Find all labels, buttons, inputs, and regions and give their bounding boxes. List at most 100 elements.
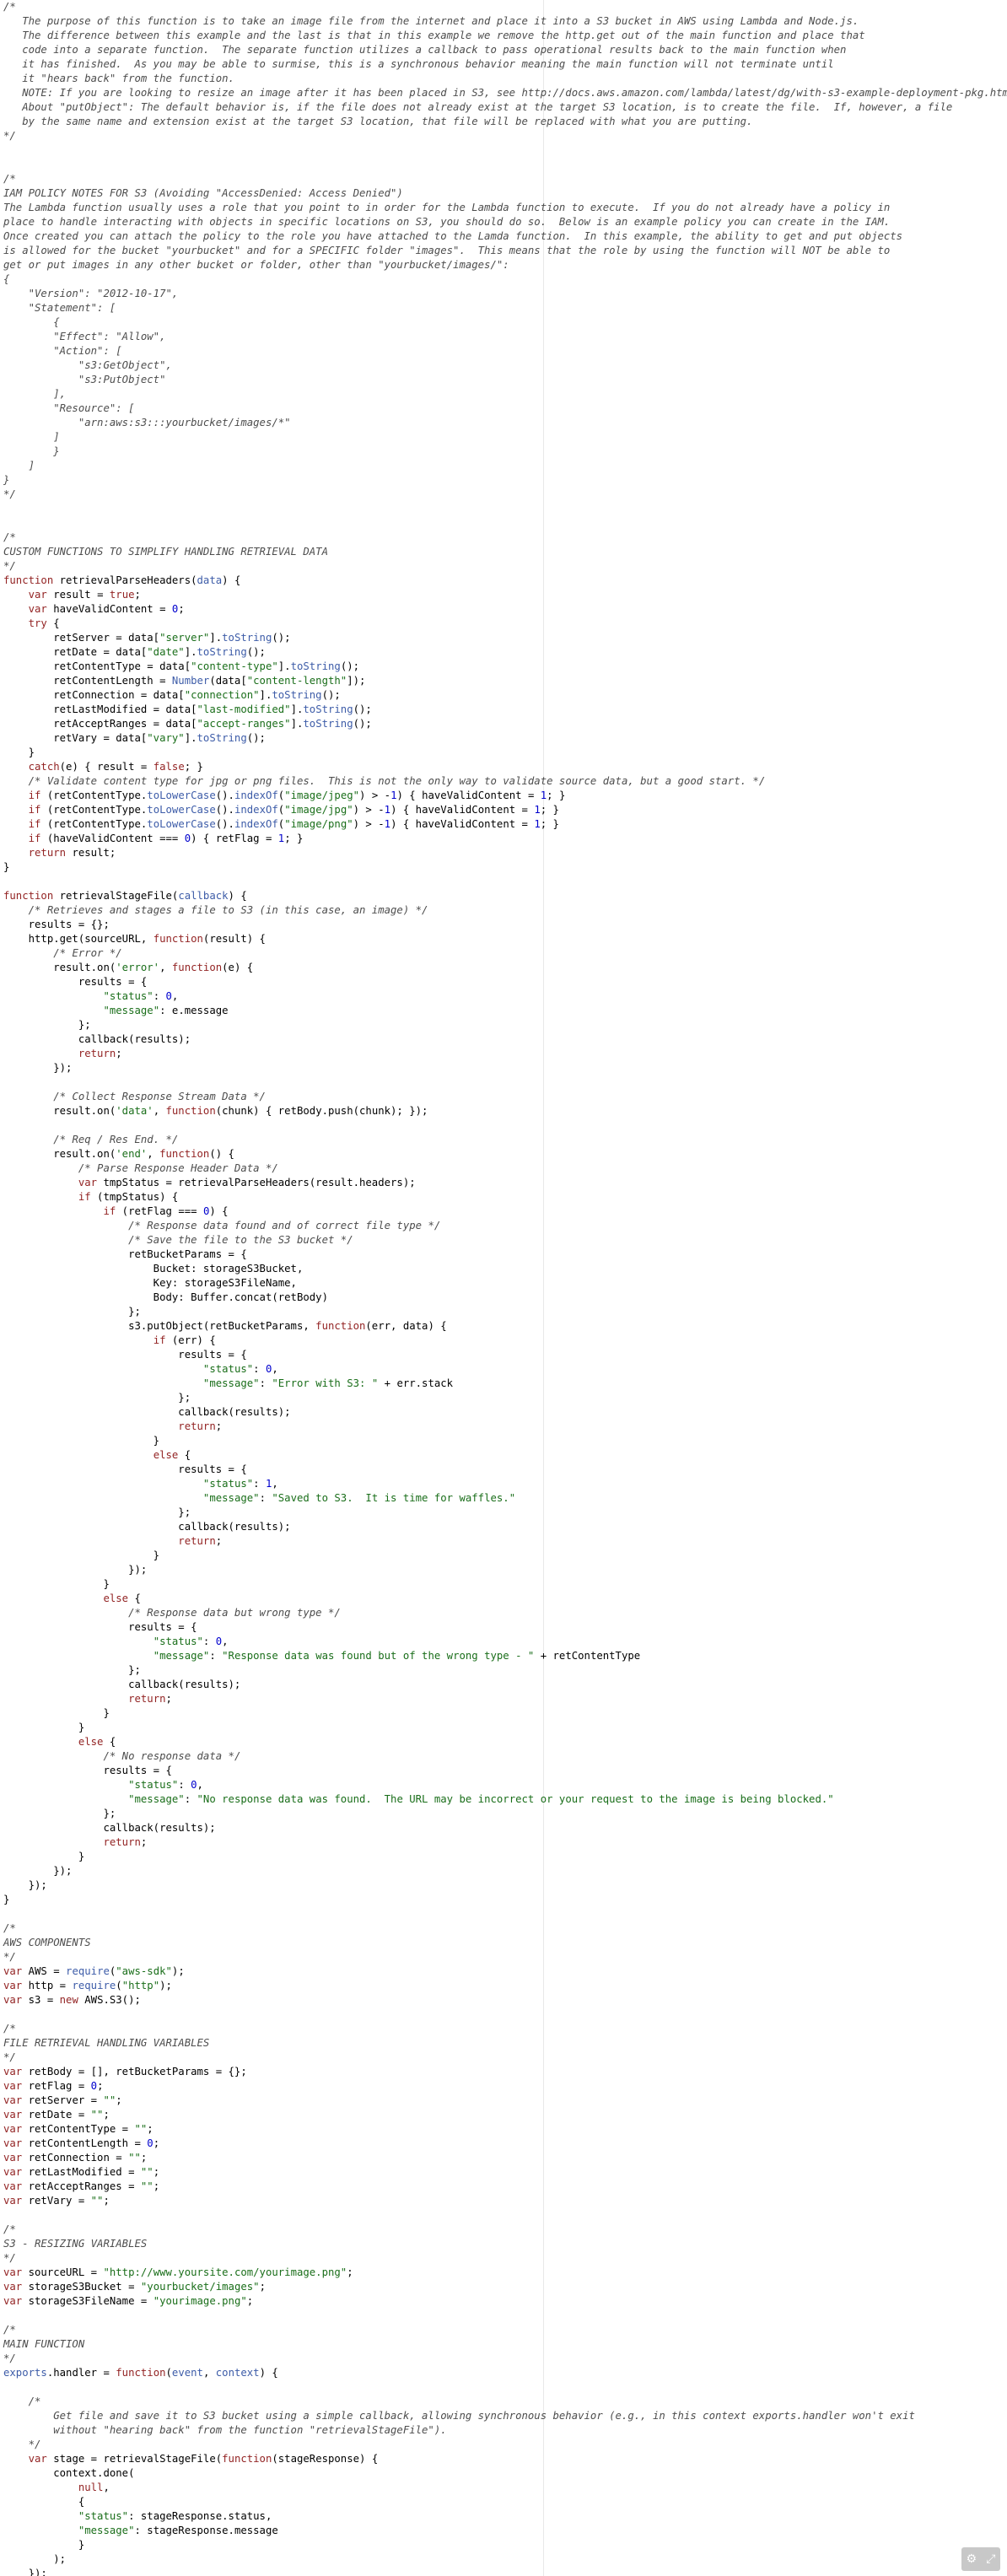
code-line[interactable]: else {: [3, 1592, 1007, 1606]
code-line[interactable]: code into a separate function. The separ…: [3, 43, 1007, 57]
code-line[interactable]: if (haveValidContent === 0) { retFlag = …: [3, 832, 1007, 846]
code-line[interactable]: var retContentType = "";: [3, 2122, 1007, 2137]
code-line[interactable]: {: [3, 2495, 1007, 2509]
code-line[interactable]: result.on('data', function(chunk) { retB…: [3, 1104, 1007, 1118]
code-line[interactable]: var storageS3FileName = "yourimage.png";: [3, 2294, 1007, 2309]
code-line[interactable]: "s3:GetObject",: [3, 358, 1007, 373]
code-line[interactable]: "status": 0,: [3, 1362, 1007, 1377]
code-line[interactable]: callback(results);: [3, 1520, 1007, 1534]
code-line[interactable]: var retLastModified = "";: [3, 2165, 1007, 2180]
code-line[interactable]: if (tmpStatus) {: [3, 1190, 1007, 1204]
code-line[interactable]: The Lambda function usually uses a role …: [3, 201, 1007, 215]
code-line[interactable]: */: [3, 2352, 1007, 2366]
code-line[interactable]: /*: [3, 2223, 1007, 2237]
code-line[interactable]: "status": 0,: [3, 1635, 1007, 1649]
code-line[interactable]: /* Req / Res End. */: [3, 1133, 1007, 1147]
code-line[interactable]: "s3:PutObject": [3, 373, 1007, 387]
code-line[interactable]: retVary = data["vary"].toString();: [3, 731, 1007, 746]
code-line[interactable]: About "putObject": The default behavior …: [3, 100, 1007, 115]
code-editor[interactable]: /* The purpose of this function is to ta…: [0, 0, 1007, 2576]
code-line[interactable]: result.on('error', function(e) {: [3, 961, 1007, 975]
code-line[interactable]: /*: [3, 0, 1007, 14]
code-line[interactable]: var retServer = "";: [3, 2094, 1007, 2108]
code-line[interactable]: };: [3, 1663, 1007, 1678]
code-line[interactable]: place to handle interacting with objects…: [3, 215, 1007, 229]
code-line[interactable]: ​: [3, 1907, 1007, 1921]
code-line[interactable]: /* Collect Response Stream Data */: [3, 1090, 1007, 1104]
code-line[interactable]: });: [3, 1878, 1007, 1893]
code-line[interactable]: CUSTOM FUNCTIONS TO SIMPLIFY HANDLING RE…: [3, 545, 1007, 559]
expand-icon[interactable]: ⤢: [986, 2553, 995, 2565]
code-line[interactable]: var retConnection = "";: [3, 2151, 1007, 2165]
code-line[interactable]: Get file and save it to S3 bucket using …: [3, 2409, 1007, 2423]
code-line[interactable]: result.on('end', function() {: [3, 1147, 1007, 1161]
code-line[interactable]: };: [3, 1391, 1007, 1405]
code-line[interactable]: if (err) {: [3, 1334, 1007, 1348]
code-line[interactable]: results = {: [3, 1620, 1007, 1635]
code-line[interactable]: The difference between this example and …: [3, 29, 1007, 43]
code-line[interactable]: });: [3, 1563, 1007, 1577]
code-line[interactable]: s3.putObject(retBucketParams, function(e…: [3, 1319, 1007, 1334]
code-line[interactable]: if (retContentType.toLowerCase().indexOf…: [3, 803, 1007, 817]
code-line[interactable]: /* Response data found and of correct fi…: [3, 1219, 1007, 1233]
code-line[interactable]: */: [3, 1950, 1007, 1964]
code-line[interactable]: ​: [3, 2309, 1007, 2323]
gear-icon[interactable]: ⚙: [967, 2553, 977, 2565]
code-line[interactable]: return;: [3, 1420, 1007, 1434]
code-line[interactable]: }: [3, 1706, 1007, 1721]
code-line[interactable]: retConnection = data["connection"].toStr…: [3, 688, 1007, 703]
code-line[interactable]: Once created you can attach the policy t…: [3, 229, 1007, 244]
code-line[interactable]: }: [3, 1577, 1007, 1592]
code-line[interactable]: ],: [3, 387, 1007, 401]
code-line[interactable]: null,: [3, 2481, 1007, 2495]
code-line[interactable]: /* Save the file to the S3 bucket */: [3, 1233, 1007, 1248]
code-line[interactable]: ​: [3, 516, 1007, 531]
code-line[interactable]: var http = require("http");: [3, 1979, 1007, 1993]
code-line[interactable]: /* Parse Response Header Data */: [3, 1161, 1007, 1176]
code-line[interactable]: "Version": "2012-10-17",: [3, 287, 1007, 301]
code-line[interactable]: results = {: [3, 975, 1007, 989]
code-line[interactable]: ​: [3, 875, 1007, 889]
code-line[interactable]: /* Validate content type for jpg or png …: [3, 774, 1007, 789]
code-line[interactable]: );: [3, 2552, 1007, 2567]
code-line[interactable]: http.get(sourceURL, function(result) {: [3, 932, 1007, 946]
code-line[interactable]: "Effect": "Allow",: [3, 330, 1007, 344]
code-line[interactable]: /*: [3, 172, 1007, 186]
code-line[interactable]: callback(results);: [3, 1821, 1007, 1835]
code-line[interactable]: var s3 = new AWS.S3();: [3, 1993, 1007, 2007]
code-line[interactable]: if (retFlag === 0) {: [3, 1204, 1007, 1219]
code-line[interactable]: }: [3, 473, 1007, 488]
code-line[interactable]: retAcceptRanges = data["accept-ranges"].…: [3, 717, 1007, 731]
code-line[interactable]: "message": stageResponse.message: [3, 2524, 1007, 2538]
code-line[interactable]: "arn:aws:s3:::yourbucket/images/*": [3, 416, 1007, 430]
code-line[interactable]: /*: [3, 2022, 1007, 2036]
code-line[interactable]: {: [3, 315, 1007, 330]
code-line[interactable]: ​: [3, 2208, 1007, 2223]
code-line[interactable]: results = {: [3, 1463, 1007, 1477]
code-line[interactable]: /* Response data but wrong type */: [3, 1606, 1007, 1620]
code-line[interactable]: get or put images in any other bucket or…: [3, 258, 1007, 272]
code-line[interactable]: else {: [3, 1735, 1007, 1749]
code-line[interactable]: }: [3, 1721, 1007, 1735]
code-line[interactable]: }: [3, 860, 1007, 875]
code-line[interactable]: catch(e) { result = false; }: [3, 760, 1007, 774]
code-line[interactable]: var retBody = [], retBucketParams = {};: [3, 2065, 1007, 2079]
code-line[interactable]: AWS COMPONENTS: [3, 1936, 1007, 1950]
code-line[interactable]: exports.handler = function(event, contex…: [3, 2366, 1007, 2380]
code-line[interactable]: */: [3, 488, 1007, 502]
code-line[interactable]: /* No response data */: [3, 1749, 1007, 1764]
code-line[interactable]: try {: [3, 617, 1007, 631]
code-line[interactable]: MAIN FUNCTION: [3, 2337, 1007, 2352]
code-line[interactable]: var sourceURL = "http://www.yoursite.com…: [3, 2266, 1007, 2280]
code-line[interactable]: ​: [3, 502, 1007, 516]
code-line[interactable]: ]: [3, 459, 1007, 473]
code-line[interactable]: var haveValidContent = 0;: [3, 602, 1007, 617]
code-line[interactable]: return;: [3, 1534, 1007, 1549]
code-line[interactable]: /*: [3, 531, 1007, 545]
code-line[interactable]: var tmpStatus = retrievalParseHeaders(re…: [3, 1176, 1007, 1190]
code-line[interactable]: var retDate = "";: [3, 2108, 1007, 2122]
code-line[interactable]: results = {};: [3, 918, 1007, 932]
code-line[interactable]: callback(results);: [3, 1405, 1007, 1420]
code-line[interactable]: callback(results);: [3, 1032, 1007, 1047]
code-line[interactable]: });: [3, 2567, 1007, 2576]
